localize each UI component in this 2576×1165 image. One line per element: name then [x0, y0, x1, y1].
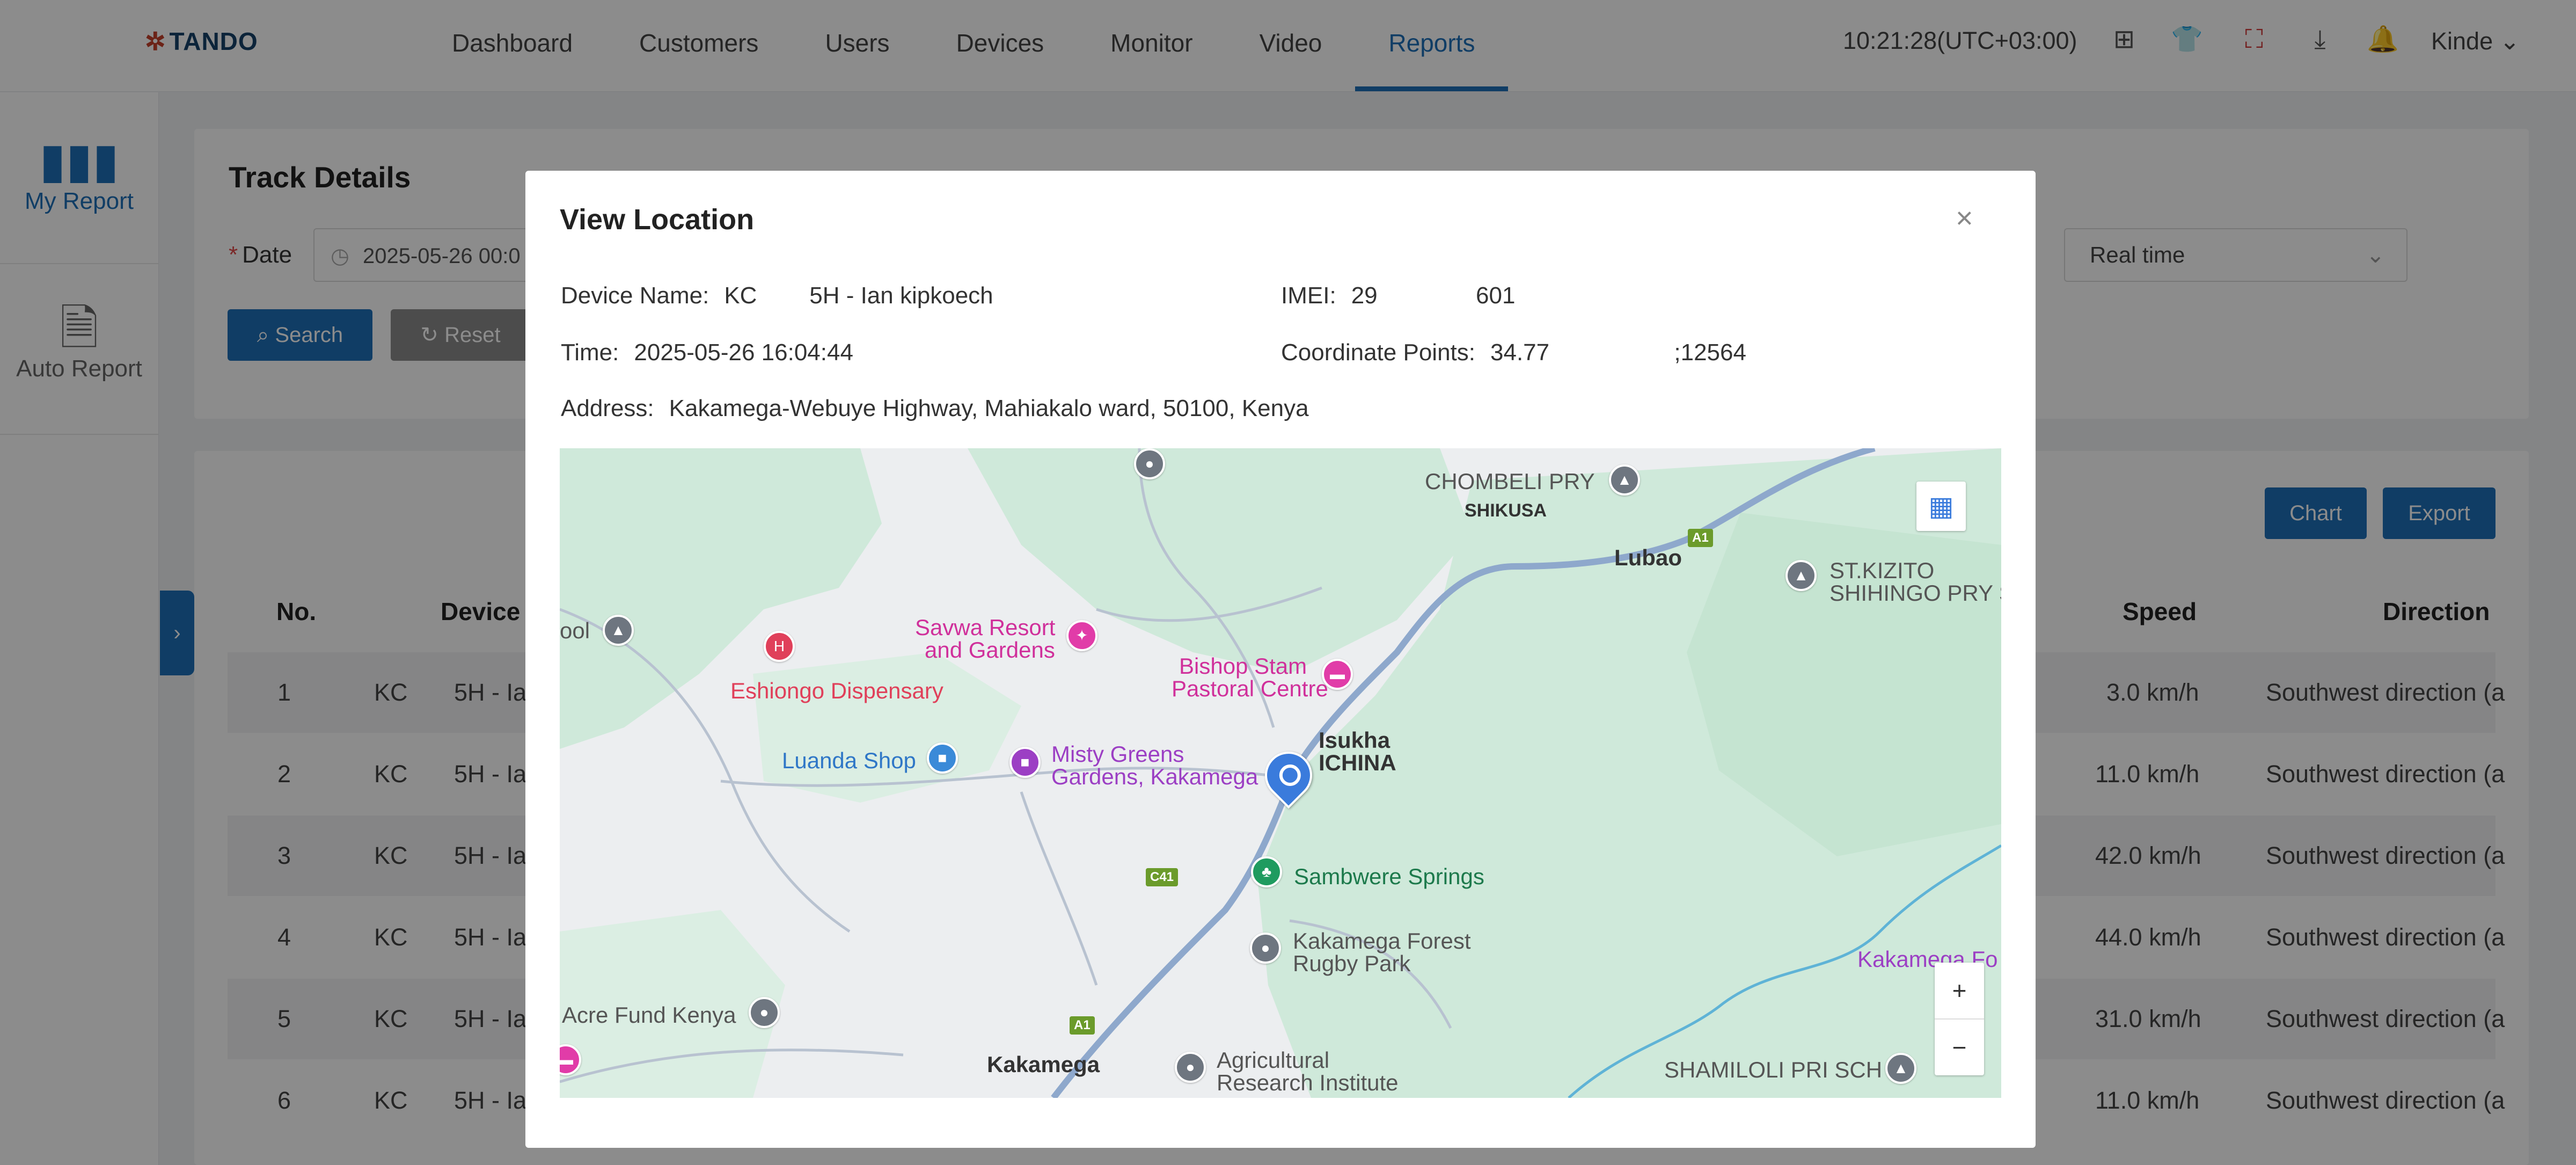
address-field: Address: Kakamega-Webuye Highway, Mahiaka…	[561, 395, 1309, 422]
school-icon[interactable]: ▲	[1885, 1053, 1916, 1084]
resort-icon[interactable]: ✦	[1066, 620, 1097, 651]
location-map[interactable]: CHOMBELI PRY ▲ SHIKUSA Lubao A1 ▲ ST.KIZ…	[560, 448, 2001, 1098]
map-label-school-fragment: ool	[560, 618, 590, 643]
place-icon[interactable]: ●	[1134, 448, 1165, 479]
map-type-icon[interactable]: ▦	[1916, 482, 1966, 531]
map-label-savwa-2: and Gardens	[925, 637, 1055, 662]
map-label-agri-1: Agricultural	[1217, 1047, 1330, 1073]
route-shield-c41: C41	[1146, 868, 1179, 886]
map-label-chombeli: CHOMBELI PRY	[1425, 469, 1595, 494]
device-name-value: KC 5H - Ian kipkoech	[724, 282, 993, 309]
shop-icon[interactable]: ■	[927, 742, 958, 774]
map-label-sambwere: Sambwere Springs	[1294, 864, 1484, 889]
coordinate-value: 34.77 ;12564	[1490, 339, 1746, 366]
view-location-dialog: View Location × Device Name: KC 5H - Ian …	[525, 171, 2036, 1148]
map-label-bishop-1: Bishop Stam	[1179, 653, 1307, 679]
imei-value: 29 601	[1351, 282, 1516, 309]
map-label-agri-2: Research Institute	[1217, 1070, 1399, 1095]
coordinate-label: Coordinate Points:	[1281, 339, 1475, 366]
map-label-isukha: Isukha	[1319, 727, 1391, 753]
map-label-forest-1: Kakamega Forest	[1293, 928, 1471, 953]
map-label-shamiloli: SHAMILOLI PRI SCH	[1664, 1057, 1883, 1082]
stadium-icon[interactable]: ●	[1250, 933, 1281, 964]
zoom-in-button[interactable]: +	[1935, 963, 1984, 1018]
zoom-out-button[interactable]: −	[1935, 1020, 1984, 1075]
address-value: Kakamega-Webuye Highway, Mahiakalo ward,…	[669, 395, 1309, 421]
device-name-label: Device Name:	[561, 282, 709, 309]
route-shield-a1: A1	[1070, 1016, 1095, 1035]
map-label-bishop-2: Pastoral Centre	[1172, 676, 1328, 701]
map-label-lubao: Lubao	[1614, 545, 1682, 570]
map-label-shikusa: SHIKUSA	[1465, 500, 1547, 521]
map-label-kakamega: Kakamega	[987, 1052, 1100, 1077]
imei-field: IMEI: 29 601	[1281, 282, 1515, 309]
map-label-savwa-1: Savwa Resort	[915, 615, 1056, 640]
map-label-ichina: ICHINA	[1319, 750, 1396, 775]
device-name-field: Device Name: KC 5H - Ian kipkoech	[561, 282, 993, 309]
address-label: Address:	[561, 395, 654, 421]
route-shield-a1: A1	[1688, 529, 1713, 547]
time-field: Time: 2025-05-26 16:04:44	[561, 339, 853, 366]
school-icon[interactable]: ▲	[1785, 560, 1817, 591]
imei-label: IMEI:	[1281, 282, 1336, 309]
shopping-icon[interactable]: ■	[1009, 747, 1041, 778]
coordinate-field: Coordinate Points: 34.77 ;12564	[1281, 339, 1746, 366]
map-label-shihingo: SHIHINGO PRY S	[1829, 580, 2001, 606]
map-label-eshiongo: Eshiongo Dispensary	[730, 678, 943, 703]
school-icon[interactable]: ▲	[1609, 464, 1640, 496]
time-value: 2025-05-26 16:04:44	[634, 339, 853, 366]
map-label-misty-2: Gardens, Kakamega	[1051, 764, 1258, 789]
school-icon[interactable]: ▲	[603, 615, 634, 646]
time-label: Time:	[561, 339, 619, 366]
map-label-misty-1: Misty Greens	[1051, 741, 1184, 767]
hospital-icon[interactable]: H	[764, 631, 795, 662]
map-label-forest-2: Rugby Park	[1293, 951, 1411, 976]
zoom-control: + −	[1935, 963, 1984, 1075]
place-icon[interactable]: ●	[749, 997, 780, 1028]
map-label-luanda: Luanda Shop	[782, 748, 916, 773]
park-icon[interactable]: ♣	[1251, 856, 1282, 887]
close-icon[interactable]: ×	[1956, 202, 1973, 234]
map-label-acre-fund: Acre Fund Kenya	[562, 1002, 736, 1028]
map-label-st-kizito: ST.KIZITO	[1829, 558, 1935, 583]
place-icon[interactable]: ●	[1175, 1052, 1206, 1083]
lodging-icon[interactable]: ▬	[1322, 659, 1353, 690]
dialog-title: View Location	[560, 203, 755, 236]
